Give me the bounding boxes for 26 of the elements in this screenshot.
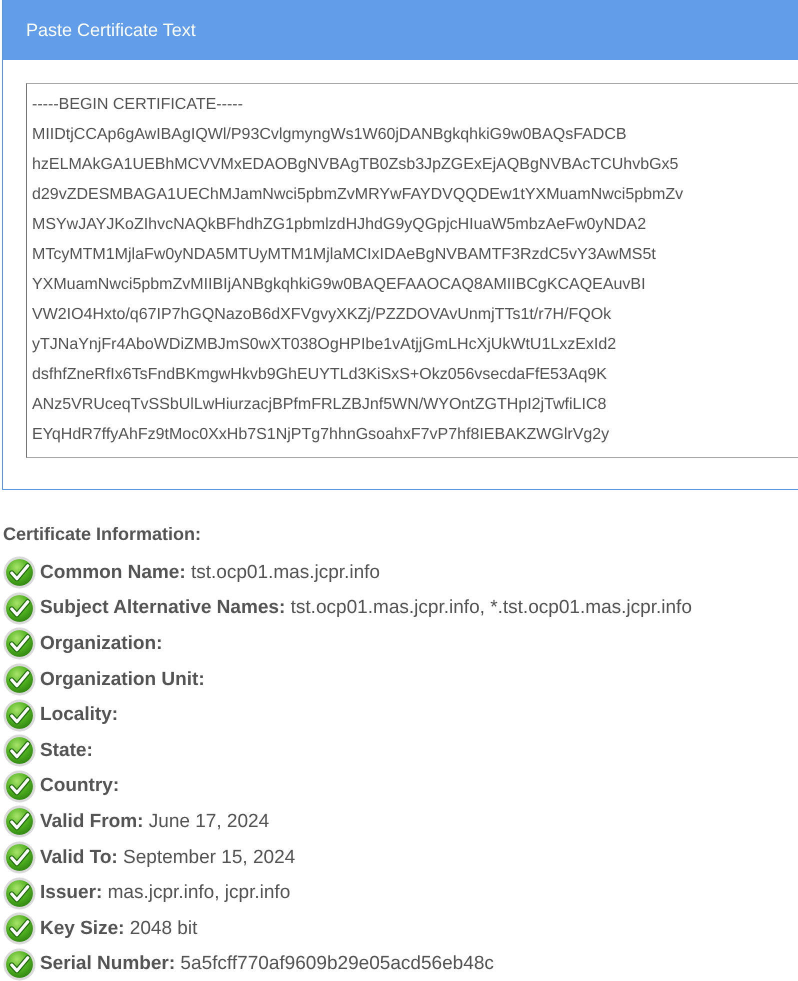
- check-circle-icon: [3, 876, 36, 910]
- panel-title: Paste Certificate Text: [26, 20, 196, 40]
- check-circle-icon: [3, 663, 36, 696]
- check-circle-icon: [3, 592, 36, 625]
- check-circle-icon: [3, 841, 36, 874]
- certificate-field-text: Issuer: mas.jcpr.info, jcpr.info: [40, 882, 290, 904]
- certificate-field-text: State:: [40, 740, 93, 762]
- certificate-field-text: Organization:: [40, 632, 162, 655]
- certificate-field-text: Common Name: tst.ocp01.mas.jcpr.info: [40, 562, 380, 584]
- check-circle-icon: [3, 698, 36, 732]
- certificate-field-text: Valid From: June 17, 2024: [40, 810, 270, 833]
- check-circle-icon: [3, 805, 36, 838]
- check-circle-icon: [3, 770, 36, 803]
- check-circle-icon: [3, 627, 36, 660]
- certificate-field-text: Subject Alternative Names: tst.ocp01.mas.jcpr.info, *.tst.ocp01.mas.jcpr.info: [40, 597, 692, 620]
- certificate-field-text: Key Size: 2048 bit: [40, 918, 198, 940]
- certificate-field-text: Organization Unit:: [40, 668, 205, 691]
- certificate-field-text: Country:: [40, 775, 120, 798]
- certificate-field-text: Valid To: September 15, 2024: [40, 846, 296, 869]
- certificate-field-text: Serial Number: 5a5fcff770af9609b29e05acd56eb48c: [40, 953, 494, 976]
- certificate-field-text: Locality:: [40, 704, 118, 726]
- section-heading: Certificate Information:: [3, 524, 202, 545]
- certificate-text-field[interactable]: -----BEGIN CERTIFICATE----- MIIDtjCCAp6gAwIBAgIQWl/P93CvlgmyngWs1W60jDANBgkqhkiG9w0BAQsFADCB hzELMAkGA1UEBhMCVVMxEDAOBgNVBAgTB0Zsb3JpZGExEjAQBgNVBAcTCUhvbGx5 d29vZDESMBAGA1UEChMJamNwci5pbmZvMRYwFAYDVQQDEw1tYXMuamNwci5pbmZv MSYwJAYJKoZIhvcNAQkBFhdhZG1pbmlzdHJhdG9yQGpjcHIuaW5mbzAeFw0yNDA2 MTcyMTM1MjlaFw0yNDA5MTUyMTM1MjlaMCIxIDAeBgNVBAMTF3RzdC5vY3AwMS5t YXMuamNwci5pbmZvMIIBIjANBgkqhkiG9w0BAQEFAAOCAQ8AMIIBCgKCAQEAuvBI VW2IO4Hxto/q67IP7hGQNazoB6dXFVgvyXKZj/PZZDOVAvUnmjTTs1t/r7H/FQOk yTJNaYnjFr4AboWDiZMBJmS0wXT038OgHPIbe1vAtjjGmLHcXjUkWtU1LxzExId2 dsfhfZneRfIx6TsFndBKmgwHkvb9GhEUYTLd3KiSxS+Okz056vsecdaFfE53Aq9K ANz5VRUceqTvSSbUlLwHiurzacjBPfmFRLZBJnf5WN/WYOntZGTHpI2jTwfiLIC8 EYqHdR7ffyAhFz9tMoc0XxHb7S1NjPTg7hhnGsoahxF7vP7hf8IEBAKZWGlrVg2y: [26, 83, 798, 458]
- check-circle-icon: [3, 734, 36, 768]
- check-circle-icon: [3, 556, 36, 590]
- check-circle-icon: [3, 912, 36, 946]
